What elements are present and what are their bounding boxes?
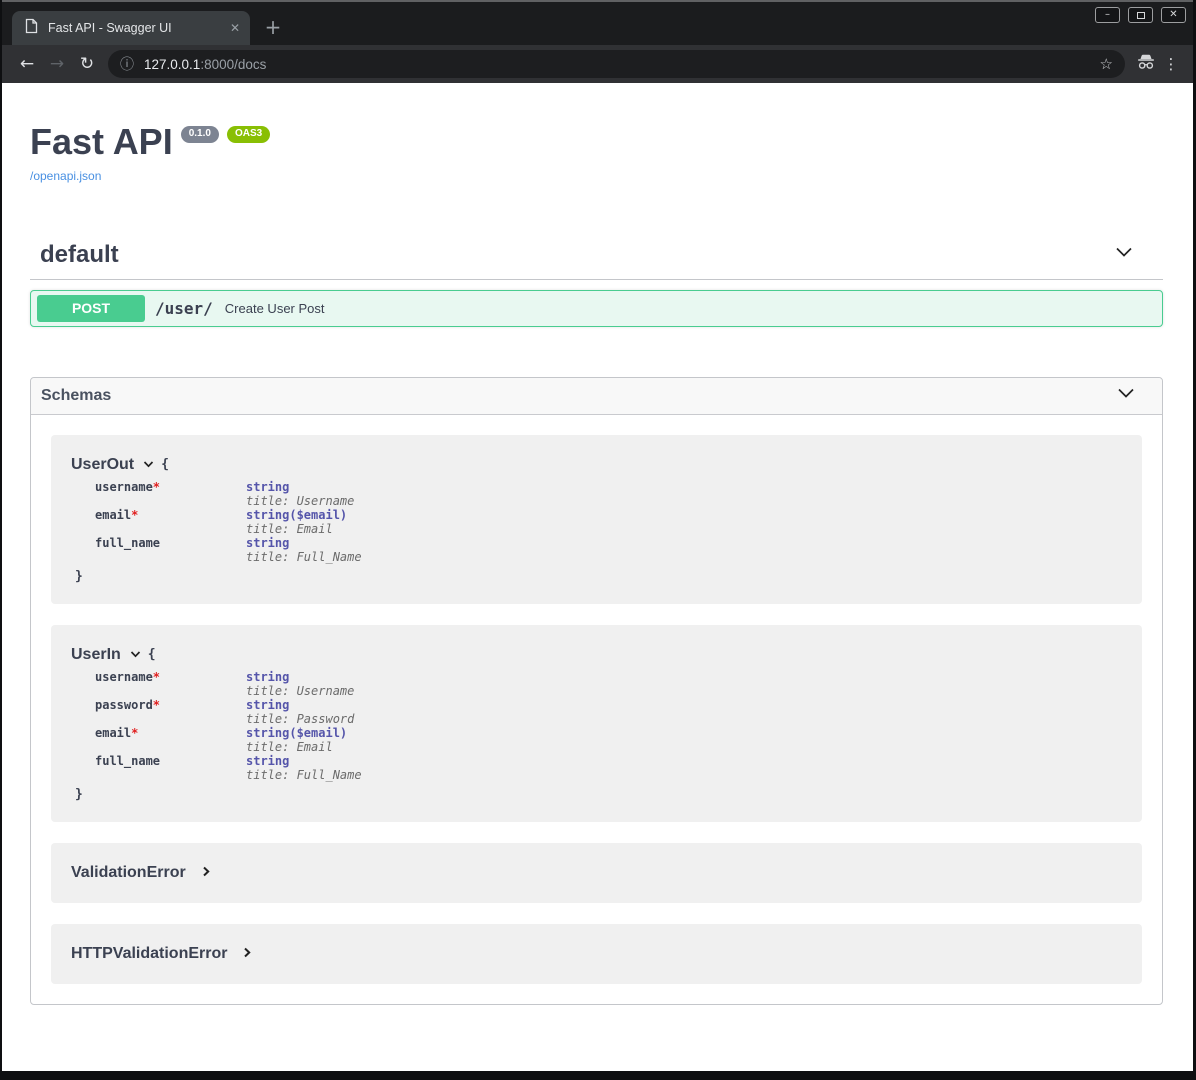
property-name: full_name [95, 754, 160, 768]
property-name: email [95, 508, 131, 522]
window-close-button[interactable]: ✕ [1161, 7, 1186, 23]
oas3-badge: OAS3 [227, 126, 270, 143]
opblock-post-user[interactable]: POST /user/ Create User Post [30, 290, 1163, 327]
model-properties: username* string title: Username passwor… [95, 670, 1122, 782]
maximize-icon [1137, 12, 1145, 19]
window-controls: – ✕ [1095, 7, 1186, 23]
model-toggle[interactable]: UserIn { [71, 645, 1122, 665]
model-toggle[interactable]: UserOut { [71, 455, 1122, 475]
http-method-badge: POST [37, 295, 145, 322]
property-title: title: Username [246, 684, 354, 698]
property-type: string [246, 670, 354, 684]
incognito-icon [1133, 54, 1159, 75]
property-title: title: Full_Name [246, 550, 362, 564]
tab-title: Fast API - Swagger UI [48, 21, 224, 35]
tab-close-icon[interactable]: ✕ [230, 21, 240, 35]
window-minimize-button[interactable]: – [1095, 7, 1120, 23]
chevron-right-icon[interactable] [200, 865, 212, 883]
site-info-icon[interactable]: ⓘ [120, 54, 134, 74]
close-brace: } [75, 569, 1122, 584]
forward-button[interactable]: → [42, 54, 72, 74]
property-name: full_name [95, 536, 160, 550]
schemas-section: Schemas UserOut [30, 377, 1163, 1005]
tag-section-default: default POST /user/ Create User Post [30, 241, 1163, 327]
property-row: email* string($email) title: Email [95, 726, 1122, 754]
browser-tab[interactable]: Fast API - Swagger UI ✕ [12, 11, 250, 45]
chevron-down-icon[interactable] [129, 647, 142, 665]
reload-button[interactable]: ↻ [72, 54, 102, 74]
property-name: email [95, 726, 131, 740]
open-brace: { [148, 647, 156, 662]
api-info-header: Fast API 0.1.0 OAS3 /openapi.json [30, 123, 1163, 185]
browser-toolbar: ← → ↻ ⓘ 127.0.0.1:8000/docs ☆ ⋮ [2, 45, 1193, 83]
back-button[interactable]: ← [12, 54, 42, 74]
required-star: * [153, 698, 160, 712]
api-title: Fast API [30, 121, 173, 162]
model-properties: username* string title: Username email* … [95, 480, 1122, 564]
browser-menu-icon[interactable]: ⋮ [1159, 55, 1183, 73]
required-star: * [131, 508, 138, 522]
property-title: title: Password [246, 712, 354, 726]
bookmark-star-icon[interactable]: ☆ [1100, 55, 1113, 73]
property-title: title: Username [246, 494, 354, 508]
address-bar[interactable]: ⓘ 127.0.0.1:8000/docs ☆ [108, 50, 1125, 78]
model-name: UserOut [71, 456, 134, 474]
browser-titlebar: Fast API - Swagger UI ✕ + – ✕ [2, 0, 1193, 45]
close-brace: } [75, 787, 1122, 802]
property-type: string [246, 698, 354, 712]
new-tab-button[interactable]: + [260, 14, 286, 40]
model-name: ValidationError [71, 864, 186, 882]
window-maximize-button[interactable] [1128, 7, 1153, 23]
property-title: title: Email [246, 740, 347, 754]
schema-model-httpvalidationerror[interactable]: HTTPValidationError [51, 924, 1142, 984]
property-name: password [95, 698, 153, 712]
property-row: email* string($email) title: Email [95, 508, 1122, 536]
property-row: password* string title: Password [95, 698, 1122, 726]
chevron-down-icon[interactable] [1115, 382, 1137, 409]
property-title: title: Email [246, 522, 347, 536]
property-type: string($email) [246, 508, 347, 522]
property-name: username [95, 480, 153, 494]
property-row: username* string title: Username [95, 480, 1122, 508]
page-favicon-icon [25, 18, 38, 39]
required-star: * [153, 670, 160, 684]
url-host: 127.0.0.1 [144, 57, 200, 72]
browser-window: Fast API - Swagger UI ✕ + – ✕ ← → ↻ ⓘ 12… [2, 0, 1193, 1071]
model-name: HTTPValidationError [71, 945, 227, 963]
property-name: username [95, 670, 153, 684]
chevron-down-icon[interactable] [142, 457, 155, 475]
schemas-header[interactable]: Schemas [31, 378, 1162, 415]
property-type: string [246, 754, 362, 768]
schema-model-validationerror[interactable]: ValidationError [51, 843, 1142, 903]
property-row: username* string title: Username [95, 670, 1122, 698]
model-name: UserIn [71, 646, 121, 664]
schemas-body: UserOut { username* string ti [31, 415, 1162, 1004]
required-star: * [131, 726, 138, 740]
version-badge: 0.1.0 [181, 126, 219, 143]
endpoint-summary: Create User Post [225, 301, 325, 316]
property-row: full_name string title: Full_Name [95, 754, 1122, 782]
schema-model-userout: UserOut { username* string ti [51, 435, 1142, 604]
chevron-right-icon[interactable] [241, 946, 253, 964]
chevron-down-icon[interactable] [1113, 241, 1135, 268]
url-path: :8000/docs [200, 57, 266, 72]
schema-model-userin: UserIn { username* string tit [51, 625, 1142, 822]
property-type: string [246, 480, 354, 494]
property-type: string($email) [246, 726, 347, 740]
property-title: title: Full_Name [246, 768, 362, 782]
property-type: string [246, 536, 362, 550]
swagger-page: Fast API 0.1.0 OAS3 /openapi.json default … [2, 83, 1193, 1071]
open-brace: { [161, 457, 169, 472]
openapi-spec-link[interactable]: /openapi.json [30, 169, 101, 183]
endpoint-path: /user/ [155, 299, 213, 318]
required-star: * [153, 480, 160, 494]
tag-title: default [40, 241, 119, 269]
property-row: full_name string title: Full_Name [95, 536, 1122, 564]
schemas-title: Schemas [41, 387, 111, 405]
url-text[interactable]: 127.0.0.1:8000/docs [144, 57, 1100, 72]
tag-header[interactable]: default [30, 241, 1163, 280]
